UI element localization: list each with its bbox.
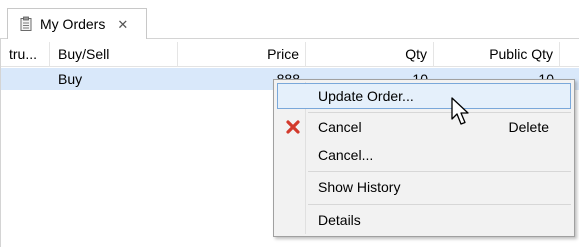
app-root: My Orders ✕ tru... Buy/Sell Price Qty Pu… [0,0,579,247]
close-icon[interactable]: ✕ [117,18,128,31]
cell-instrument [1,68,50,90]
menu-separator [308,112,571,113]
column-header-price[interactable]: Price [178,42,306,67]
menu-item-cancel[interactable]: Cancel Delete [277,114,571,140]
column-header-buy-sell[interactable]: Buy/Sell [50,42,178,67]
clipboard-icon [18,16,34,32]
menu-separator [308,171,571,172]
menu-item-label: Cancel... [318,147,374,163]
menu-item-cancel-dialog[interactable]: Cancel... [277,142,571,168]
tab-title: My Orders [40,16,106,32]
menu-item-label: Update Order... [318,88,414,104]
column-header-instrument[interactable]: tru... [1,42,50,67]
menu-item-details[interactable]: Details [277,207,571,233]
table-header: tru... Buy/Sell Price Qty Public Qty [1,42,579,67]
column-header-qty[interactable]: Qty [306,42,434,67]
menu-item-update-order[interactable]: Update Order... [277,83,571,109]
tab-strip: My Orders ✕ [0,0,579,39]
red-x-icon [285,119,301,135]
menu-item-show-history[interactable]: Show History [277,174,571,200]
menu-item-label: Cancel [318,119,362,135]
column-header-public-qty[interactable]: Public Qty [434,42,560,67]
menu-item-label: Show History [318,179,401,195]
context-menu: Update Order... Cancel Delete Cancel... … [273,79,575,237]
menu-item-shortcut: Delete [508,119,549,135]
mouse-pointer-icon [451,97,473,127]
menu-separator [308,204,571,205]
menu-item-label: Details [318,212,361,228]
tab-my-orders[interactable]: My Orders ✕ [7,8,147,39]
cell-buy-sell: Buy [58,71,83,87]
